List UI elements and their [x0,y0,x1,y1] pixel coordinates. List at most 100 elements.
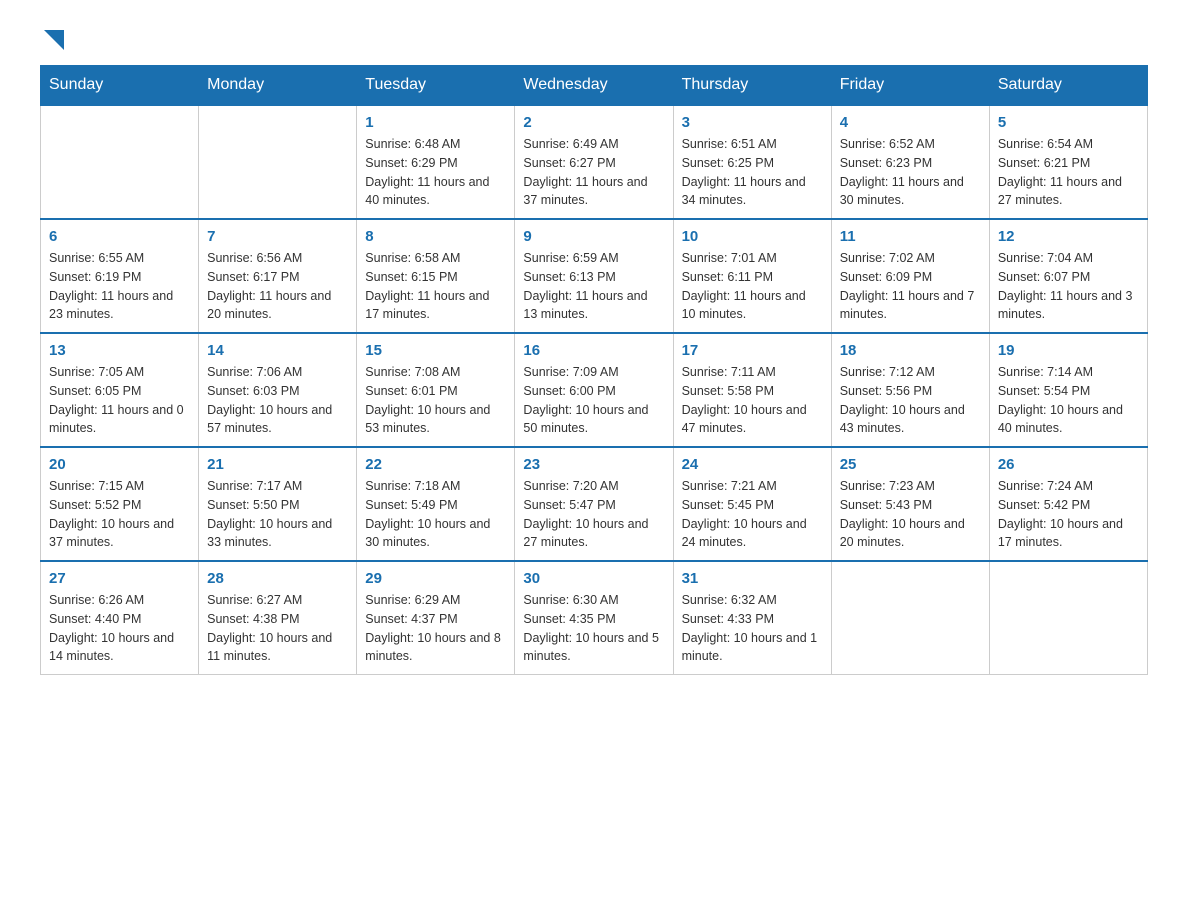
calendar-cell [41,105,199,219]
day-info: Sunrise: 7:12 AMSunset: 5:56 PMDaylight:… [840,363,981,438]
day-info: Sunrise: 7:15 AMSunset: 5:52 PMDaylight:… [49,477,190,552]
day-info: Sunrise: 7:04 AMSunset: 6:07 PMDaylight:… [998,249,1139,324]
calendar-cell: 15 Sunrise: 7:08 AMSunset: 6:01 PMDayligh… [357,333,515,447]
day-number: 8 [365,228,506,245]
day-number: 20 [49,456,190,473]
day-number: 7 [207,228,348,245]
calendar-cell: 21 Sunrise: 7:17 AMSunset: 5:50 PMDayligh… [199,447,357,561]
day-info: Sunrise: 6:49 AMSunset: 6:27 PMDaylight:… [523,135,664,210]
calendar-day-header: Tuesday [357,66,515,106]
day-number: 14 [207,342,348,359]
calendar-cell: 24 Sunrise: 7:21 AMSunset: 5:45 PMDayligh… [673,447,831,561]
day-info: Sunrise: 7:06 AMSunset: 6:03 PMDaylight:… [207,363,348,438]
calendar-cell: 20 Sunrise: 7:15 AMSunset: 5:52 PMDayligh… [41,447,199,561]
calendar-cell: 12 Sunrise: 7:04 AMSunset: 6:07 PMDayligh… [989,219,1147,333]
day-info: Sunrise: 7:17 AMSunset: 5:50 PMDaylight:… [207,477,348,552]
day-number: 15 [365,342,506,359]
calendar-cell: 22Sunrise: 7:18 AMSunset: 5:49 PMDayligh… [357,447,515,561]
day-info: Sunrise: 7:21 AMSunset: 5:45 PMDaylight:… [682,477,823,552]
day-info: Sunrise: 7:02 AMSunset: 6:09 PMDaylight:… [840,249,981,324]
calendar-cell: 6 Sunrise: 6:55 AMSunset: 6:19 PMDaylight… [41,219,199,333]
day-number: 23 [523,456,664,473]
day-number: 30 [523,570,664,587]
week-row: 20 Sunrise: 7:15 AMSunset: 5:52 PMDayligh… [41,447,1148,561]
calendar-cell: 2 Sunrise: 6:49 AMSunset: 6:27 PMDaylight… [515,105,673,219]
day-number: 18 [840,342,981,359]
day-number: 13 [49,342,190,359]
day-number: 16 [523,342,664,359]
calendar-cell: 27Sunrise: 6:26 AMSunset: 4:40 PMDayligh… [41,561,199,675]
day-info: Sunrise: 7:09 AMSunset: 6:00 PMDaylight:… [523,363,664,438]
week-row: 27Sunrise: 6:26 AMSunset: 4:40 PMDayligh… [41,561,1148,675]
week-row: 1 Sunrise: 6:48 AMSunset: 6:29 PMDaylight… [41,105,1148,219]
calendar-cell: 17 Sunrise: 7:11 AMSunset: 5:58 PMDayligh… [673,333,831,447]
day-number: 2 [523,114,664,131]
calendar-day-header: Thursday [673,66,831,106]
day-info: Sunrise: 6:54 AMSunset: 6:21 PMDaylight:… [998,135,1139,210]
day-number: 3 [682,114,823,131]
calendar-header-row: SundayMondayTuesdayWednesdayThursdayFrid… [41,66,1148,106]
calendar-cell: 30 Sunrise: 6:30 AMSunset: 4:35 PMDayligh… [515,561,673,675]
logo [40,30,64,53]
calendar-cell: 10 Sunrise: 7:01 AMSunset: 6:11 PMDayligh… [673,219,831,333]
day-number: 25 [840,456,981,473]
day-info: Sunrise: 6:48 AMSunset: 6:29 PMDaylight:… [365,135,506,210]
day-number: 4 [840,114,981,131]
day-number: 5 [998,114,1139,131]
day-number: 17 [682,342,823,359]
day-info: Sunrise: 6:55 AMSunset: 6:19 PMDaylight:… [49,249,190,324]
day-number: 11 [840,228,981,245]
calendar-cell: 7Sunrise: 6:56 AMSunset: 6:17 PMDaylight… [199,219,357,333]
calendar-cell: 25Sunrise: 7:23 AMSunset: 5:43 PMDayligh… [831,447,989,561]
day-info: Sunrise: 6:51 AMSunset: 6:25 PMDaylight:… [682,135,823,210]
day-info: Sunrise: 6:59 AMSunset: 6:13 PMDaylight:… [523,249,664,324]
day-info: Sunrise: 6:58 AMSunset: 6:15 PMDaylight:… [365,249,506,324]
day-number: 28 [207,570,348,587]
calendar-day-header: Monday [199,66,357,106]
day-info: Sunrise: 7:24 AMSunset: 5:42 PMDaylight:… [998,477,1139,552]
day-info: Sunrise: 7:08 AMSunset: 6:01 PMDaylight:… [365,363,506,438]
calendar-cell: 19 Sunrise: 7:14 AMSunset: 5:54 PMDayligh… [989,333,1147,447]
day-number: 10 [682,228,823,245]
day-number: 24 [682,456,823,473]
calendar-cell [831,561,989,675]
day-info: Sunrise: 7:01 AMSunset: 6:11 PMDaylight:… [682,249,823,324]
day-info: Sunrise: 6:30 AMSunset: 4:35 PMDaylight:… [523,591,664,666]
day-number: 21 [207,456,348,473]
day-info: Sunrise: 6:52 AMSunset: 6:23 PMDaylight:… [840,135,981,210]
day-number: 29 [365,570,506,587]
calendar-cell: 11 Sunrise: 7:02 AMSunset: 6:09 PMDayligh… [831,219,989,333]
logo-arrow-icon [42,30,64,52]
calendar-cell: 4 Sunrise: 6:52 AMSunset: 6:23 PMDaylight… [831,105,989,219]
day-number: 9 [523,228,664,245]
calendar-cell [989,561,1147,675]
page-header [40,30,1148,53]
day-info: Sunrise: 6:29 AMSunset: 4:37 PMDaylight:… [365,591,506,666]
day-info: Sunrise: 6:27 AMSunset: 4:38 PMDaylight:… [207,591,348,666]
calendar-day-header: Wednesday [515,66,673,106]
calendar-cell: 23 Sunrise: 7:20 AMSunset: 5:47 PMDayligh… [515,447,673,561]
calendar-cell: 1 Sunrise: 6:48 AMSunset: 6:29 PMDaylight… [357,105,515,219]
day-number: 19 [998,342,1139,359]
calendar-cell: 26 Sunrise: 7:24 AMSunset: 5:42 PMDayligh… [989,447,1147,561]
day-number: 27 [49,570,190,587]
day-info: Sunrise: 7:20 AMSunset: 5:47 PMDaylight:… [523,477,664,552]
week-row: 6 Sunrise: 6:55 AMSunset: 6:19 PMDaylight… [41,219,1148,333]
day-number: 26 [998,456,1139,473]
day-number: 12 [998,228,1139,245]
day-number: 1 [365,114,506,131]
calendar-cell: 13Sunrise: 7:05 AMSunset: 6:05 PMDayligh… [41,333,199,447]
day-info: Sunrise: 7:14 AMSunset: 5:54 PMDaylight:… [998,363,1139,438]
week-row: 13Sunrise: 7:05 AMSunset: 6:05 PMDayligh… [41,333,1148,447]
calendar-cell: 31Sunrise: 6:32 AMSunset: 4:33 PMDayligh… [673,561,831,675]
calendar-cell: 29 Sunrise: 6:29 AMSunset: 4:37 PMDayligh… [357,561,515,675]
calendar-cell: 18 Sunrise: 7:12 AMSunset: 5:56 PMDayligh… [831,333,989,447]
day-info: Sunrise: 7:11 AMSunset: 5:58 PMDaylight:… [682,363,823,438]
day-number: 6 [49,228,190,245]
calendar-table: SundayMondayTuesdayWednesdayThursdayFrid… [40,65,1148,675]
calendar-cell: 9 Sunrise: 6:59 AMSunset: 6:13 PMDaylight… [515,219,673,333]
calendar-day-header: Friday [831,66,989,106]
calendar-cell: 14 Sunrise: 7:06 AMSunset: 6:03 PMDayligh… [199,333,357,447]
calendar-cell: 8 Sunrise: 6:58 AMSunset: 6:15 PMDaylight… [357,219,515,333]
calendar-cell: 3 Sunrise: 6:51 AMSunset: 6:25 PMDaylight… [673,105,831,219]
